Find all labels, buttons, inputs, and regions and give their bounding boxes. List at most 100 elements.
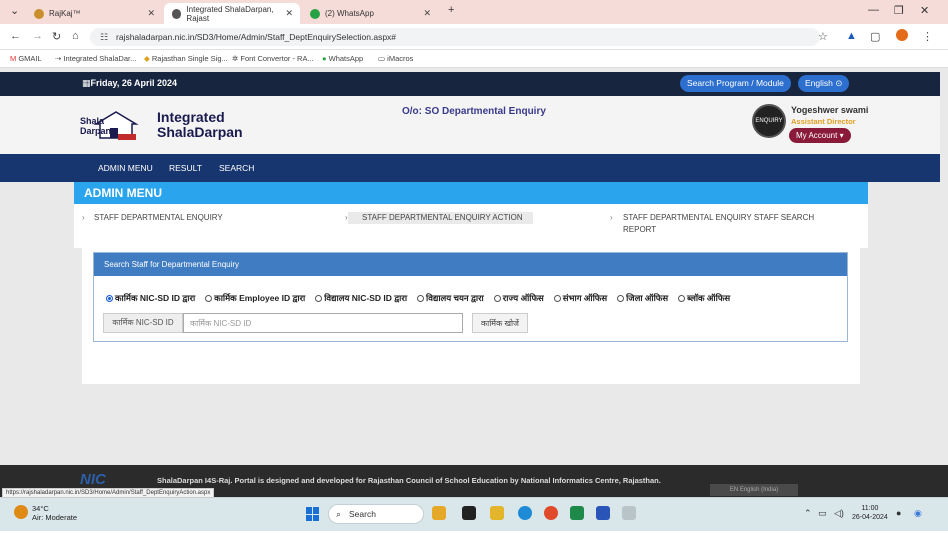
word-app-icon[interactable]: [596, 506, 610, 520]
radio-label: राज्य ऑफिस: [502, 293, 544, 303]
restore-icon[interactable]: ❐: [894, 4, 904, 17]
tab-search-icon[interactable]: ⌄: [10, 4, 19, 17]
clock-time: 11:00: [861, 505, 879, 512]
extension-icon[interactable]: ▲: [846, 30, 857, 42]
tray-chevron-up-icon[interactable]: ⌃: [804, 508, 812, 519]
bookmark-font-convertor[interactable]: ✲ Font Convertor - RA...: [232, 54, 314, 63]
web-page: ▦Friday, 26 April 2024 Search Program / …: [0, 68, 948, 498]
tab-shaladarpan[interactable]: Integrated ShalaDarpan, Rajast ✕: [164, 3, 300, 24]
link-staff-departmental-enquiry-action[interactable]: › STAFF DEPARTMENTAL ENQUIRY ACTION: [345, 212, 533, 224]
volume-icon[interactable]: ◁): [834, 508, 844, 519]
enquiry-logo-text: ENQUIRY: [755, 118, 783, 124]
copilot-icon[interactable]: ◉: [914, 508, 922, 519]
home-icon[interactable]: ⌂: [72, 30, 79, 42]
chevron-down-icon: ⊙: [835, 78, 843, 88]
tab-whatsapp[interactable]: (2) WhatsApp ✕: [302, 3, 438, 24]
link-hover-status: https://rajshaladarpan.nic.in/SD3/Home/A…: [2, 488, 215, 498]
footer-language-select[interactable]: EN English (India): [710, 484, 798, 496]
link-label: STAFF DEPARTMENTAL ENQUIRY: [94, 213, 223, 222]
nicsd-id-input[interactable]: [183, 313, 463, 333]
forward-icon[interactable]: →: [32, 30, 43, 42]
link-staff-departmental-enquiry[interactable]: › STAFF DEPARTMENTAL ENQUIRY: [82, 212, 223, 224]
file-explorer-icon[interactable]: [490, 506, 504, 520]
windows-taskbar: 34°C Air: Moderate ⌕ Search ⌃ ▭ ◁) 11:00…: [0, 497, 948, 531]
weather-temp: 34°C: [32, 504, 49, 513]
bookmark-rajasthan-sso[interactable]: ◆ Rajasthan Single Sig...: [144, 54, 228, 63]
radio-employee-id[interactable]: कार्मिक Employee ID द्वारा: [205, 293, 305, 304]
whatsapp-icon: [310, 8, 320, 19]
bookmark-label: GMAIL: [18, 54, 42, 63]
tab-label: (2) WhatsApp: [325, 9, 374, 18]
taskbar-search-label: Search: [349, 509, 376, 519]
minimize-icon[interactable]: —: [868, 4, 879, 16]
task-view-icon[interactable]: [462, 506, 476, 520]
widgets-app-icon[interactable]: [432, 506, 446, 520]
bookmark-shaladarpan[interactable]: ⇢ Integrated ShalaDar...: [55, 54, 136, 63]
menu-dots-icon[interactable]: ⋮: [922, 30, 933, 43]
excel-app-icon[interactable]: [570, 506, 584, 520]
tab-label: RajKaj™: [49, 9, 81, 18]
language-button[interactable]: English ⊙: [798, 75, 850, 92]
current-date: ▦Friday, 26 April 2024: [82, 78, 177, 89]
back-icon[interactable]: ←: [10, 30, 21, 42]
radio-block-office[interactable]: ब्लॉक ऑफिस: [678, 293, 730, 304]
folder-icon: ▭: [378, 54, 388, 63]
search-program-button[interactable]: Search Program / Module: [680, 75, 791, 92]
top-info-strip: ▦Friday, 26 April 2024 Search Program / …: [0, 72, 940, 96]
radio-icon: [315, 295, 323, 302]
system-clock[interactable]: 11:00 26-04-2024: [852, 504, 888, 522]
nav-admin-menu[interactable]: ADMIN MENU: [98, 163, 153, 173]
close-icon[interactable]: ✕: [285, 8, 293, 19]
bookmarks-bar: M GMAIL ⇢ Integrated ShalaDar... ◆ Rajas…: [0, 50, 948, 68]
radio-state-office[interactable]: राज्य ऑफिस: [493, 293, 544, 304]
site-header: Shala Darpan Integrated ShalaDarpan O/o:…: [0, 96, 940, 154]
radio-district-office[interactable]: जिला ऑफिस: [617, 293, 668, 304]
close-icon[interactable]: ✕: [423, 8, 431, 19]
window-close-icon[interactable]: ✕: [920, 4, 929, 17]
chevron-right-icon: ›: [345, 213, 348, 222]
globe-icon: [172, 8, 182, 19]
language-label: English: [805, 78, 833, 88]
weather-icon[interactable]: [14, 505, 28, 519]
search-staff-button[interactable]: कार्मिक खोजें: [472, 313, 528, 333]
reload-icon[interactable]: ↻: [52, 30, 61, 43]
taskbar-search[interactable]: ⌕ Search: [328, 504, 424, 524]
site-info-icon[interactable]: ☷: [100, 28, 108, 46]
radio-icon: [553, 295, 561, 302]
enquiry-office-logo: ENQUIRY: [752, 104, 786, 138]
url-field[interactable]: ☷ rajshaladarpan.nic.in/SD3/Home/Admin/S…: [90, 28, 820, 46]
radio-label: कार्मिक NIC-SD ID द्वारा: [115, 293, 196, 303]
footer-text: ShalaDarpan I4S-Raj. Portal is designed …: [157, 476, 661, 485]
nav-result[interactable]: RESULT: [169, 163, 202, 173]
search-type-options: कार्मिक NIC-SD ID द्वारा कार्मिक Employe…: [106, 293, 730, 304]
chrome-browser-icon[interactable]: [544, 506, 558, 520]
link-staff-search-report[interactable]: › STAFF DEPARTMENTAL ENQUIRY STAFF SEARCH…: [610, 212, 843, 236]
site-title: Integrated ShalaDarpan: [157, 110, 243, 140]
windows-start-icon[interactable]: [306, 507, 320, 521]
profile-avatar[interactable]: [896, 29, 908, 41]
nav-search[interactable]: SEARCH: [219, 163, 254, 173]
bookmark-label: Font Convertor - RA...: [240, 54, 314, 63]
shaladarpan-logo[interactable]: Shala Darpan: [80, 108, 150, 142]
logo-text-shala: Shala: [80, 116, 105, 126]
tab-rajkaj[interactable]: RajKaj™ ✕: [26, 3, 162, 24]
radio-school-nicsd-id[interactable]: विद्यालय NIC-SD ID द्वारा: [315, 293, 407, 304]
edge-browser-icon[interactable]: [518, 506, 532, 520]
radio-staff-nicsd-id[interactable]: कार्मिक NIC-SD ID द्वारा: [106, 293, 195, 304]
radio-division-office[interactable]: संभाग ऑफिस: [553, 293, 607, 304]
notification-bell-icon[interactable]: ●: [896, 508, 901, 518]
bookmark-gmail[interactable]: M GMAIL: [10, 54, 42, 63]
notepad-app-icon[interactable]: [622, 506, 636, 520]
my-account-button[interactable]: My Account ▾: [789, 128, 851, 143]
new-tab-button[interactable]: +: [448, 4, 454, 16]
bookmark-imacros[interactable]: ▭ iMacros: [378, 54, 413, 63]
sidepanel-icon[interactable]: ▢: [870, 30, 880, 43]
bookmark-star-icon[interactable]: ☆: [818, 30, 828, 43]
bookmark-whatsapp[interactable]: ● WhatsApp: [322, 54, 363, 63]
weather-widget[interactable]: 34°C Air: Moderate: [32, 504, 77, 522]
radio-label: ब्लॉक ऑफिस: [687, 293, 731, 303]
radio-school-selection[interactable]: विद्यालय चयन द्वारा: [417, 293, 484, 304]
network-icon[interactable]: ▭: [818, 508, 827, 519]
calendar-icon: ▦: [82, 78, 91, 88]
close-icon[interactable]: ✕: [147, 8, 155, 19]
